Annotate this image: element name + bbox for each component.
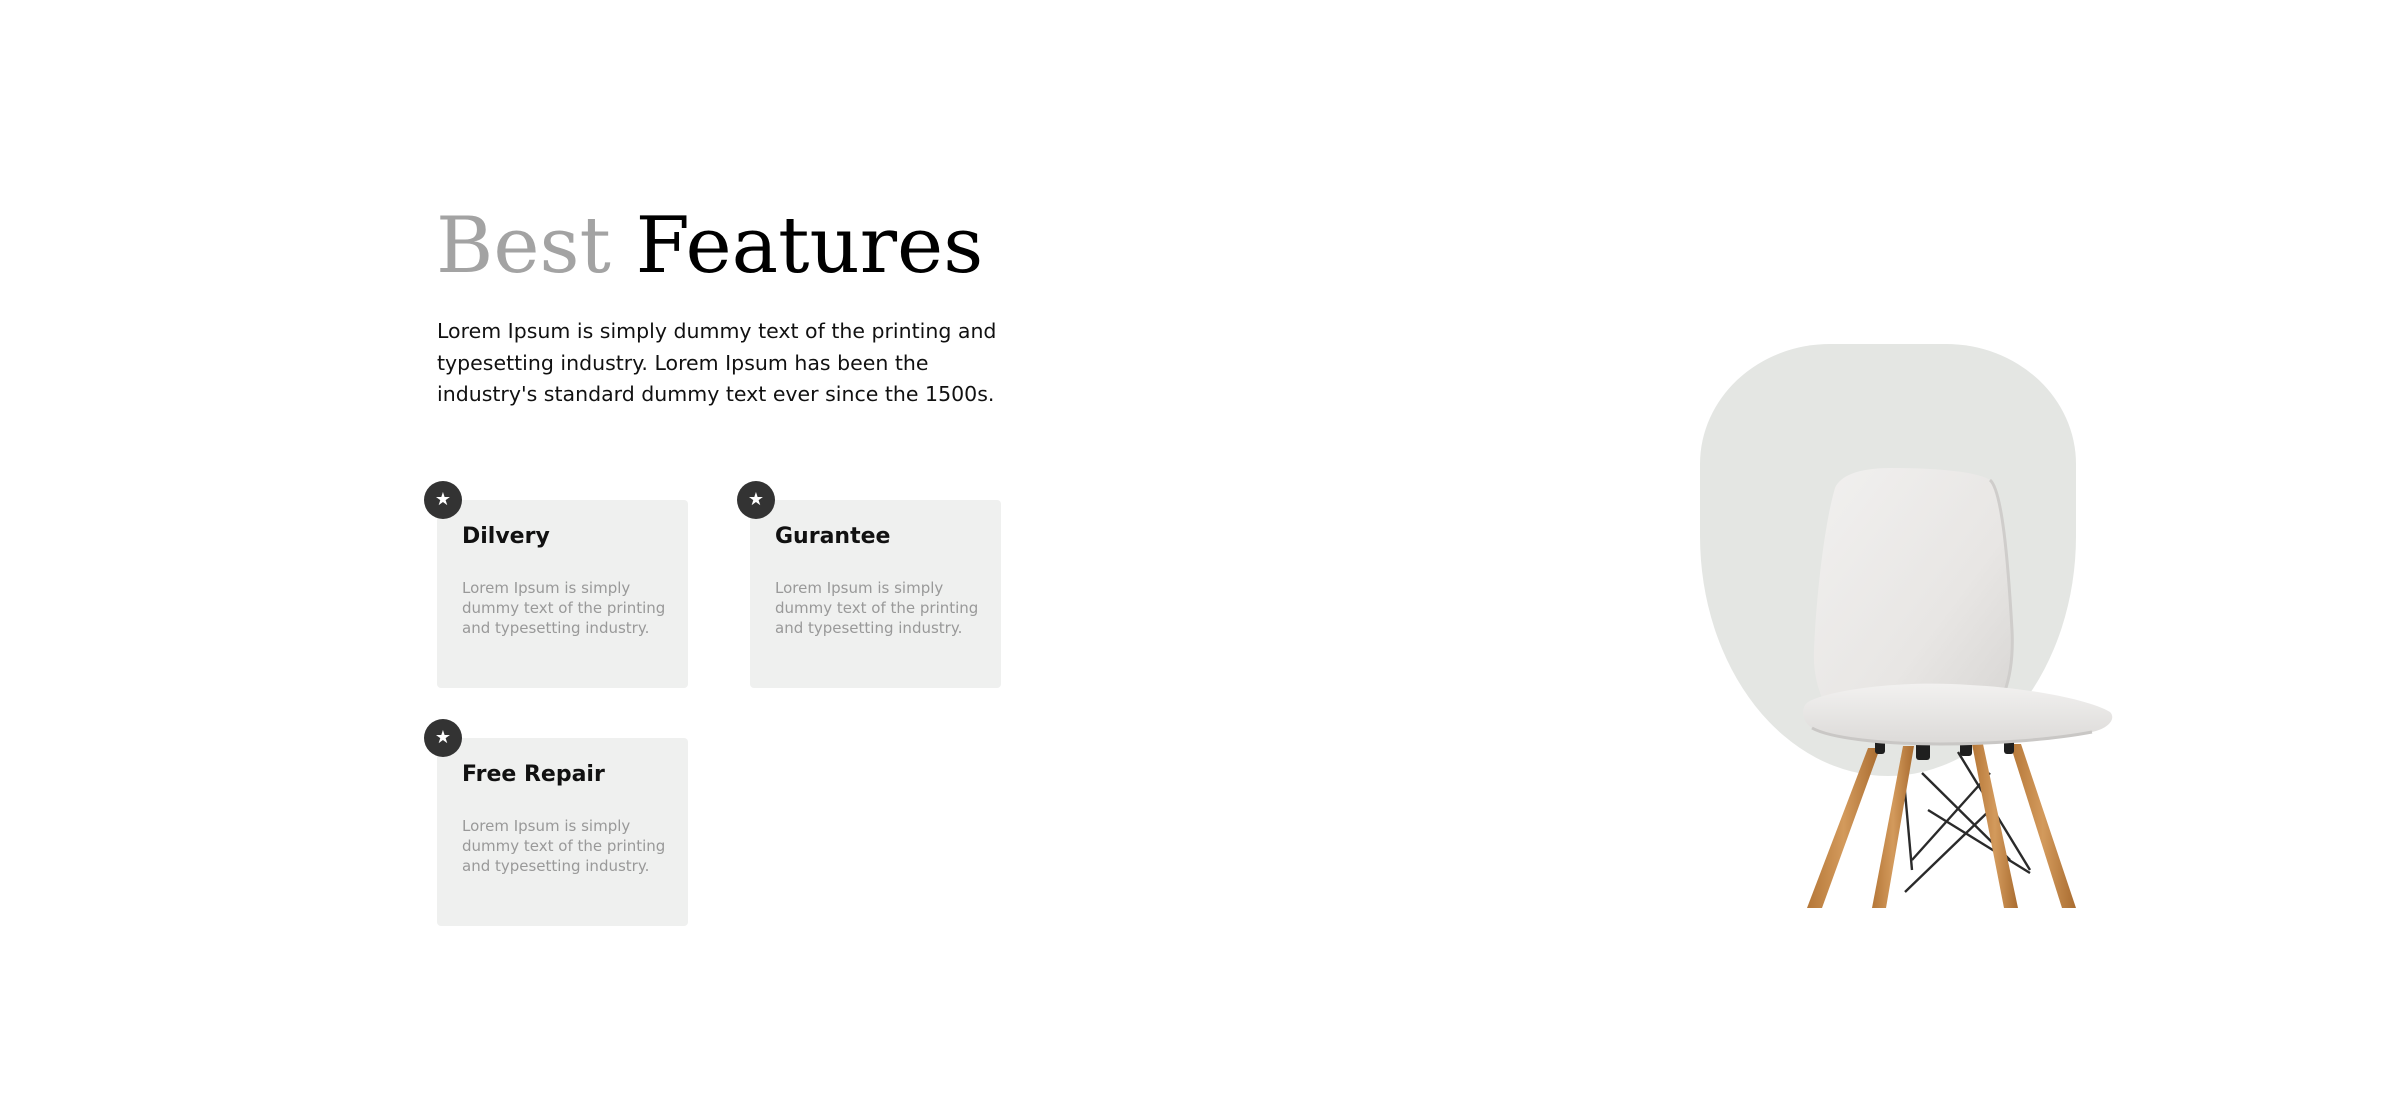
feature-description: Lorem Ipsum is simply dummy text of the … bbox=[462, 579, 666, 637]
chair-illustration bbox=[1803, 468, 2113, 908]
star-icon: ★ bbox=[737, 481, 775, 519]
feature-title: Dilvery bbox=[462, 524, 550, 549]
heading-light-word: Best bbox=[436, 201, 611, 291]
section-heading: Best Features bbox=[436, 196, 983, 296]
product-image bbox=[1690, 340, 2130, 910]
feature-title: Gurantee bbox=[775, 524, 891, 549]
feature-description: Lorem Ipsum is simply dummy text of the … bbox=[462, 817, 666, 875]
heading-dark-word: Features bbox=[635, 201, 984, 291]
feature-description: Lorem Ipsum is simply dummy text of the … bbox=[775, 579, 979, 637]
star-icon: ★ bbox=[424, 481, 462, 519]
star-icon: ★ bbox=[424, 719, 462, 757]
feature-card-guarantee: ★ Gurantee Lorem Ipsum is simply dummy t… bbox=[737, 481, 1001, 688]
intro-paragraph: Lorem Ipsum is simply dummy text of the … bbox=[437, 319, 997, 406]
feature-title: Free Repair bbox=[462, 762, 605, 787]
feature-card-delivery: ★ Dilvery Lorem Ipsum is simply dummy te… bbox=[424, 481, 688, 688]
features-section: Best Features Lorem Ipsum is simply dumm… bbox=[0, 0, 2384, 1103]
feature-card-free-repair: ★ Free Repair Lorem Ipsum is simply dumm… bbox=[424, 719, 688, 926]
